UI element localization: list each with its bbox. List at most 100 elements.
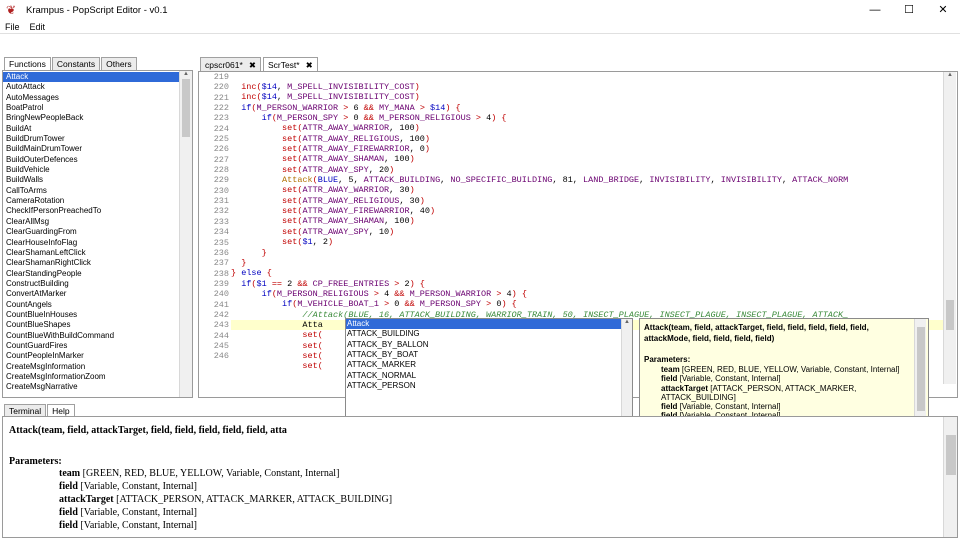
help-parameter-desc: [ATTACK_PERSON, ATTACK_MARKER, ATTACK_BU…	[116, 494, 393, 505]
code-line: set(ATTR_AWAY_WARRIOR, 30)	[282, 185, 415, 196]
function-list-item[interactable]: BringNewPeopleBack	[3, 113, 181, 123]
title-bar: ❦ Krampus - PopScript Editor - v0.1 — ☐ …	[0, 0, 960, 20]
doc-parameter-name: field	[661, 402, 678, 412]
scroll-up-icon[interactable]: ▲	[624, 319, 630, 325]
doc-parameter-name: attackTarget	[661, 383, 708, 393]
function-list-item[interactable]: ClearShamanRightClick	[3, 258, 181, 268]
line-number: 239	[213, 278, 229, 289]
autocomplete-item[interactable]: ATTACK_BY_BOAT	[346, 350, 632, 360]
function-list-item[interactable]: CountBlueWithBuildCommand	[3, 331, 181, 341]
function-list-item[interactable]: CreateMsgNarrative	[3, 382, 181, 392]
line-number: 243	[213, 320, 229, 331]
autocomplete-item[interactable]: ATTACK_NORMAL	[346, 371, 632, 381]
doc-parameter: field [Variable, Constant, Internal]	[644, 374, 924, 383]
line-number: 229	[213, 175, 229, 186]
scroll-thumb[interactable]	[946, 300, 954, 330]
help-parameter-desc: [Variable, Constant, Internal]	[80, 520, 198, 531]
maximize-icon[interactable]: ☐	[892, 0, 926, 20]
line-number: 220	[213, 82, 229, 93]
help-parameter-name: field	[59, 507, 78, 518]
help-parameter: team [GREEN, RED, BLUE, YELLOW, Variable…	[9, 467, 939, 480]
function-list-item[interactable]: ConstructBuilding	[3, 279, 181, 289]
line-number: 233	[213, 216, 229, 227]
help-parameter: field [Variable, Constant, Internal]	[9, 480, 939, 493]
tab-cpscr061[interactable]: cpscr061* ✖	[200, 57, 261, 71]
editor-scrollbar[interactable]: ▲	[943, 72, 956, 384]
function-list-item[interactable]: ClearHouseInfoFlag	[3, 238, 181, 248]
function-list-item[interactable]: CreateMsgInformationZoom	[3, 372, 181, 382]
line-number: 223	[213, 113, 229, 124]
functions-list[interactable]: Attack AutoAttack AutoMessages BoatPatrol Br…	[3, 72, 181, 397]
functions-scrollbar[interactable]: ▲	[179, 71, 192, 397]
line-number: 226	[213, 144, 229, 155]
function-list-item[interactable]: Attack	[3, 72, 181, 83]
code-line: set(ATTR_AWAY_SPY, 10)	[282, 226, 395, 237]
code-line: set($1, 2)	[282, 237, 334, 248]
function-list-item[interactable]: AutoMessages	[3, 93, 181, 103]
help-parameters-heading: Parameters:	[9, 456, 62, 467]
autocomplete-item[interactable]: ATTACK_BY_BALLON	[346, 340, 632, 350]
function-list-item[interactable]: BuildVehicle	[3, 165, 181, 175]
code-line: } else {	[231, 268, 272, 279]
line-number: 242	[213, 309, 229, 320]
line-number: 227	[213, 154, 229, 165]
menu-bar: File Edit	[0, 20, 960, 34]
doc-parameter-desc: [GREEN, RED, BLUE, YELLOW, Variable, Con…	[681, 365, 900, 374]
function-list-item[interactable]: CountBlueInHouses	[3, 310, 181, 320]
function-list-item[interactable]: BoatPatrol	[3, 103, 181, 113]
doc-parameter-desc: [Variable, Constant, Internal]	[679, 374, 781, 384]
tab-constants[interactable]: Constants	[51, 57, 101, 70]
line-number: 235	[213, 237, 229, 248]
help-parameter-name: field	[59, 481, 78, 492]
line-number: 230	[213, 185, 229, 196]
function-list-item[interactable]: BuildMainDrumTower	[3, 144, 181, 154]
scroll-up-icon[interactable]: ▲	[947, 72, 953, 78]
line-number: 221	[213, 92, 229, 103]
tab-scrtest[interactable]: ScrTest* ✖	[262, 57, 318, 71]
line-number: 238	[213, 268, 229, 279]
scroll-thumb[interactable]	[917, 327, 925, 411]
close-tab-icon[interactable]: ✖	[306, 59, 313, 70]
line-number: 241	[213, 299, 229, 310]
scroll-thumb[interactable]	[182, 79, 190, 137]
tab-label: ScrTest*	[267, 60, 300, 70]
function-list-item[interactable]: BuildDrumTower	[3, 134, 181, 144]
close-tab-icon[interactable]: ✖	[249, 59, 256, 70]
code-line: inc($14, M_SPELL_INVISIBILITY_COST)	[241, 92, 420, 103]
function-list-item[interactable]: CameraRotation	[3, 196, 181, 206]
window-title: Krampus - PopScript Editor - v0.1	[26, 4, 168, 16]
function-list-item[interactable]: ClearAllMsg	[3, 217, 181, 227]
line-number: 228	[213, 165, 229, 176]
tab-others[interactable]: Others	[101, 57, 137, 70]
function-list-item[interactable]: CallToArms	[3, 186, 181, 196]
close-icon[interactable]: ✕	[926, 0, 960, 20]
autocomplete-item[interactable]: ATTACK_PERSON	[346, 381, 632, 391]
function-list-item[interactable]: AutoAttack	[3, 82, 181, 92]
function-list-item[interactable]: ClearGuardingFrom	[3, 227, 181, 237]
help-parameter: attackTarget [ATTACK_PERSON, ATTACK_MARK…	[9, 493, 939, 506]
menu-file[interactable]: File	[0, 22, 25, 32]
tab-functions[interactable]: Functions	[4, 57, 51, 70]
function-list-item[interactable]: BuildWalls	[3, 175, 181, 185]
autocomplete-item[interactable]: Attack	[346, 319, 632, 330]
autocomplete-item[interactable]: ATTACK_BUILDING	[346, 329, 632, 339]
menu-edit[interactable]: Edit	[25, 22, 51, 32]
scroll-thumb[interactable]	[946, 435, 956, 475]
autocomplete-list[interactable]: Attack ATTACK_BUILDING ATTACK_BY_BALLON ATT…	[346, 319, 632, 391]
line-number: 246	[213, 351, 229, 362]
function-list-item[interactable]: ClearStandingPeople	[3, 269, 181, 279]
function-list-item[interactable]: CountBlueShapes	[3, 320, 181, 330]
function-list-item[interactable]: CheckIfPersonPreachedTo	[3, 206, 181, 216]
function-list-item[interactable]: CountPeopleInMarker	[3, 351, 181, 361]
function-list-item[interactable]: CountGuardFires	[3, 341, 181, 351]
function-list-item[interactable]: ConvertAtMarker	[3, 289, 181, 299]
scroll-up-icon[interactable]: ▲	[183, 71, 189, 77]
help-scrollbar[interactable]	[943, 417, 957, 537]
function-list-item[interactable]: BuildOuterDefences	[3, 155, 181, 165]
autocomplete-item[interactable]: ATTACK_MARKER	[346, 360, 632, 370]
function-list-item[interactable]: ClearShamanLeftClick	[3, 248, 181, 258]
function-list-item[interactable]: BuildAt	[3, 124, 181, 134]
minimize-icon[interactable]: —	[858, 0, 892, 20]
function-list-item[interactable]: CountAngels	[3, 300, 181, 310]
function-list-item[interactable]: CreateMsgInformation	[3, 362, 181, 372]
